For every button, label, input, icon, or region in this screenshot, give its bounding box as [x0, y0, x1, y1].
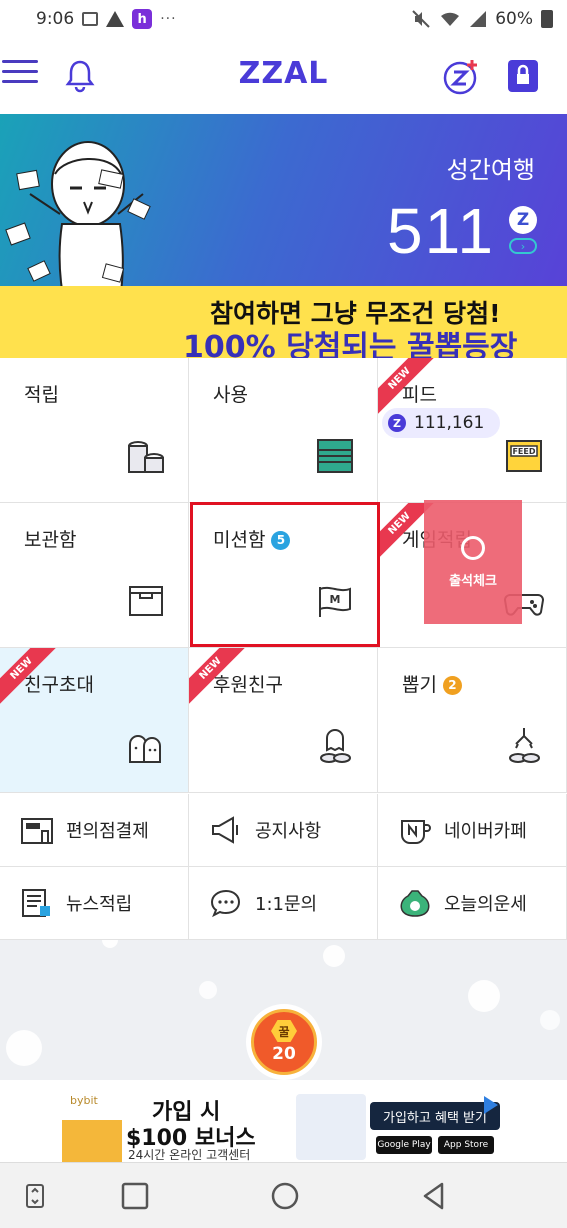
menu-store-pay[interactable]: 편의점결제 — [0, 794, 189, 867]
tile-mission[interactable]: 미션함 5 M — [189, 503, 378, 648]
tile-feed-label: 피드 — [402, 384, 437, 406]
ad-banner[interactable]: bybit 가입 시 $100 보너스 24시간 온라인 고객센터 가입하고 혜… — [0, 1080, 567, 1162]
menu-store-pay-label: 편의점결제 — [66, 821, 149, 842]
recent-apps-icon[interactable] — [20, 1181, 50, 1211]
menu-fortune[interactable]: 오늘의운세 — [378, 867, 567, 940]
ghost-coin-icon — [320, 729, 351, 763]
menu-notice[interactable]: 공지사항 — [189, 794, 378, 867]
flag-icon-letter: M — [330, 593, 341, 606]
app-header: ZZAL — [0, 38, 567, 114]
tile-use-label: 사용 — [213, 384, 248, 406]
tile-draw-text: 뽑기 — [402, 674, 437, 696]
google-play-badge[interactable]: Google Play — [376, 1136, 432, 1154]
tile-storage-label: 보관함 — [24, 529, 77, 551]
app-notification-icon: h — [132, 9, 153, 29]
ad-graphic-left — [62, 1120, 122, 1162]
wifi-icon — [441, 12, 460, 26]
megaphone-icon — [209, 815, 243, 845]
mission-count-badge: 5 — [271, 531, 291, 550]
z-coin-icon: Z — [388, 414, 406, 432]
battery-icon — [541, 10, 553, 28]
flag-icon: M — [319, 586, 351, 617]
tile-draw-label: 뽑기 2 — [402, 670, 462, 697]
tile-use[interactable]: 사용 — [189, 358, 378, 503]
warning-icon — [106, 11, 125, 27]
friends-icon — [129, 735, 161, 763]
menu-inquiry[interactable]: 1:1문의 — [189, 867, 378, 940]
news-icon — [20, 888, 54, 918]
mute-icon — [412, 10, 430, 28]
tile-feed[interactable]: NEW 피드 Z 111,161 FEED — [378, 358, 567, 503]
checkin-button[interactable]: 출석체크 — [424, 500, 522, 624]
battery-percent: 60% — [495, 9, 533, 29]
banner-next-icon[interactable]: › — [509, 238, 537, 254]
app-logo: ZZAL — [238, 56, 329, 91]
coin-stack-icon — [128, 441, 164, 473]
overview-icon[interactable] — [120, 1181, 150, 1211]
banner-title: 성간여행 — [446, 156, 535, 184]
menu-inquiry-label: 1:1문의 — [255, 894, 318, 915]
z-charge-icon[interactable] — [442, 58, 480, 96]
honey-count: 20 — [272, 1044, 296, 1064]
honey-coin-button[interactable]: 꿀 20 — [246, 1004, 322, 1080]
feed-icon-label: FEED — [512, 447, 535, 456]
app-store-badge[interactable]: App Store — [438, 1136, 494, 1154]
menu-naver-cafe[interactable]: 네이버카페 — [378, 794, 567, 867]
promo-banner[interactable]: 성간여행 511 Z › 참여하면 그냥 무조건 당첨! 100% 당첨되는 꿀… — [0, 114, 567, 358]
signal-icon — [470, 11, 487, 27]
honey-coin: 꿀 20 — [251, 1009, 317, 1075]
feed-count-pill: Z 111,161 — [382, 408, 501, 438]
tile-invite-label: 친구초대 — [24, 674, 94, 696]
draw-count-badge: 2 — [442, 676, 462, 695]
tile-earn[interactable]: 적립 — [0, 358, 189, 503]
tile-draw[interactable]: 뽑기 2 — [378, 648, 567, 793]
ad-info-icon[interactable] — [484, 1096, 498, 1114]
honey-icon: 꿀 — [271, 1020, 297, 1042]
tile-mission-label: 미션함 5 — [213, 525, 291, 552]
more-notifications-icon: ··· — [160, 11, 177, 27]
feed-icon: FEED — [506, 440, 542, 472]
tile-mission-text: 미션함 — [213, 529, 266, 551]
menu-fortune-label: 오늘의운세 — [444, 894, 527, 915]
menu-news-label: 뉴스적립 — [66, 894, 133, 915]
tile-sponsor[interactable]: NEW 후원친구 — [189, 648, 378, 793]
store-icon — [20, 815, 54, 845]
chat-icon — [209, 888, 243, 918]
naver-cafe-icon — [398, 815, 432, 845]
menu-news[interactable]: 뉴스적립 — [0, 867, 189, 940]
menu-notice-label: 공지사항 — [255, 821, 322, 842]
ad-support: 24시간 온라인 고객센터 — [128, 1148, 251, 1162]
clock: 9:06 — [36, 9, 75, 29]
feed-count: 111,161 — [414, 413, 485, 433]
lock-icon[interactable] — [508, 60, 538, 92]
banner-caption-line2: 100% 당첨되는 꿀뽑등장 — [183, 330, 518, 358]
ad-image — [296, 1094, 366, 1160]
back-icon[interactable] — [420, 1181, 450, 1211]
banner-caption: 참여하면 그냥 무조건 당첨! 100% 당첨되는 꿀뽑등장 — [0, 286, 567, 358]
checkin-ring-icon — [461, 535, 485, 560]
tile-storage[interactable]: 보관함 — [0, 503, 189, 648]
status-bar: 9:06 h ··· 60% — [0, 0, 567, 38]
z-coin-icon: Z — [509, 206, 537, 234]
fortune-bag-icon — [398, 888, 432, 918]
ad-brand: bybit — [70, 1094, 98, 1107]
claw-machine-icon — [509, 728, 540, 763]
menu-naver-cafe-label: 네이버카페 — [444, 821, 527, 842]
ad-cta-button[interactable]: 가입하고 혜택 받기 — [370, 1102, 500, 1130]
tile-earn-label: 적립 — [24, 384, 59, 406]
home-icon[interactable] — [270, 1181, 300, 1211]
box-icon — [129, 586, 163, 616]
banner-count: 511 — [386, 195, 495, 267]
tile-sponsor-label: 후원친구 — [213, 674, 283, 696]
system-nav-bar — [0, 1162, 567, 1228]
wallet-icon — [317, 439, 353, 473]
tile-invite[interactable]: NEW 친구초대 — [0, 648, 189, 793]
checkin-label: 출석체크 — [449, 573, 497, 589]
image-notification-icon — [82, 12, 99, 26]
